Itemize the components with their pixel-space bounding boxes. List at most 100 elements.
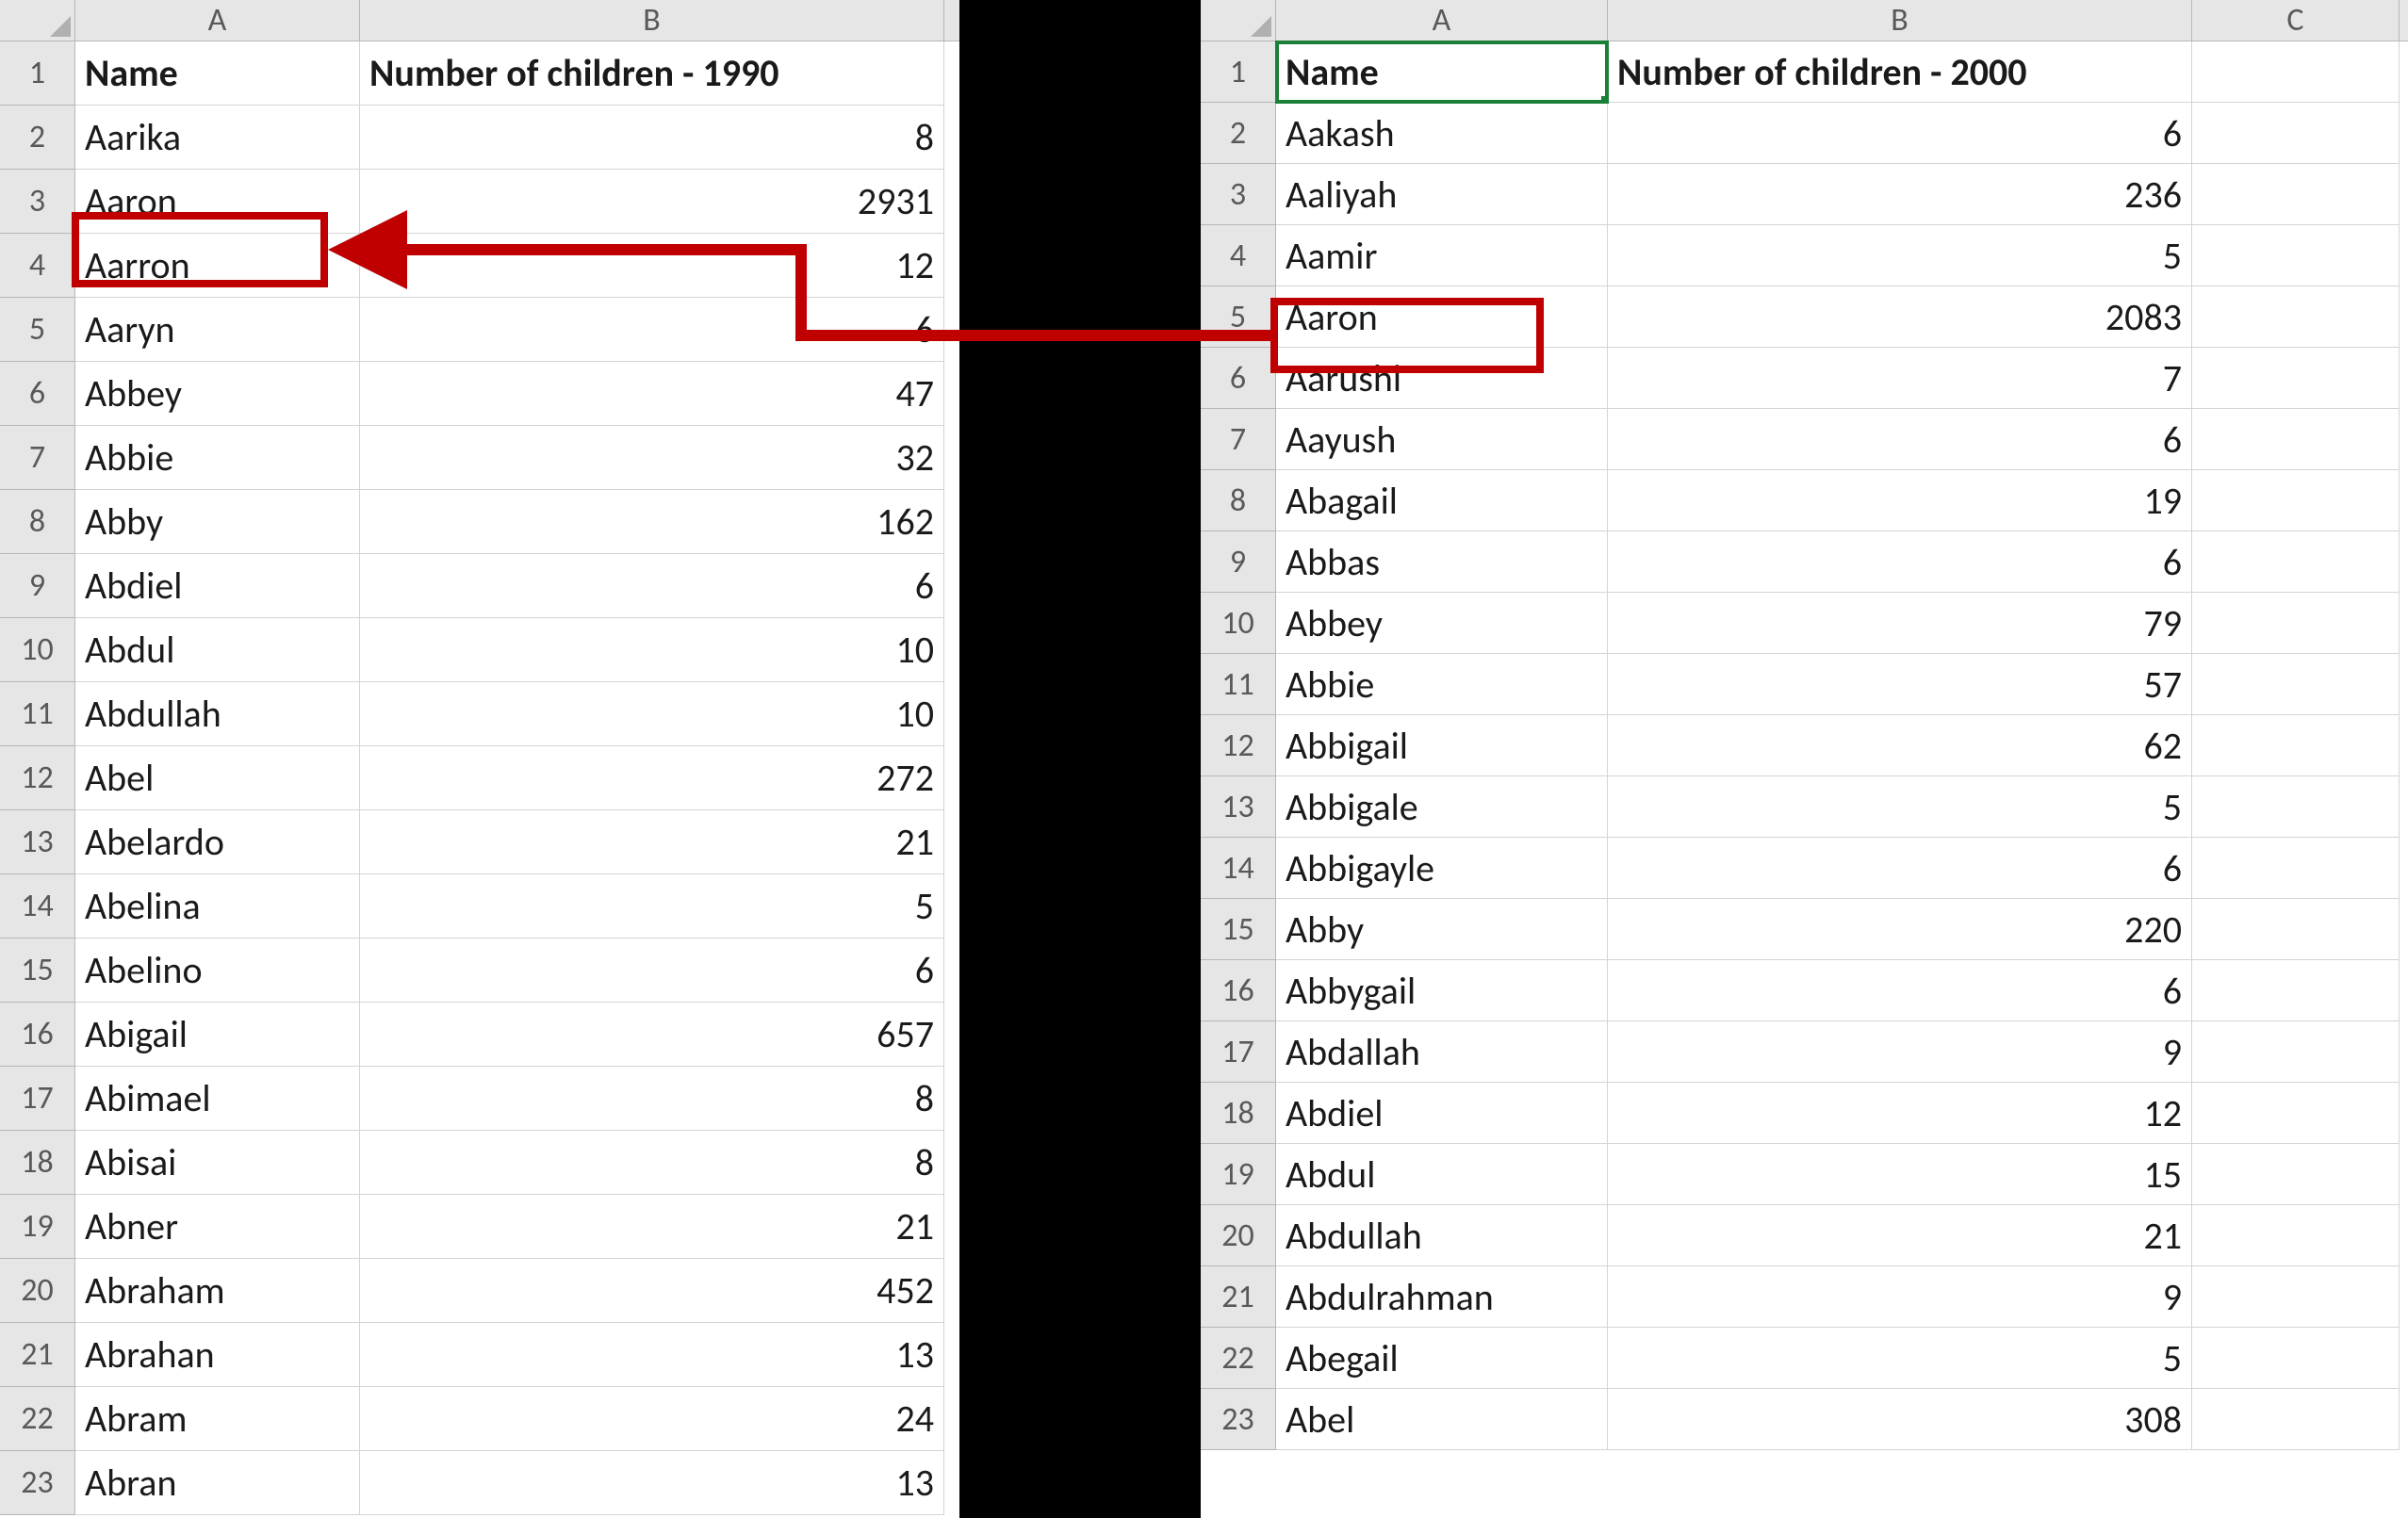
cell-empty[interactable]: [2192, 838, 2400, 899]
cell-name[interactable]: Abelino: [75, 939, 360, 1003]
cell-count[interactable]: 62: [1608, 715, 2192, 776]
row-header[interactable]: 19: [0, 1195, 75, 1259]
cell-count[interactable]: 9: [1608, 1021, 2192, 1083]
cell-count[interactable]: 452: [360, 1259, 944, 1323]
cell-name[interactable]: Abbie: [1276, 654, 1608, 715]
row-header[interactable]: 14: [1201, 838, 1276, 899]
cell-count[interactable]: 13: [360, 1323, 944, 1387]
row-header[interactable]: 13: [1201, 776, 1276, 838]
cell-name[interactable]: Aarushi: [1276, 348, 1608, 409]
cell-name[interactable]: Abdul: [75, 618, 360, 682]
column-header-C[interactable]: C: [2192, 0, 2400, 41]
cell-count[interactable]: 57: [1608, 654, 2192, 715]
cell-empty[interactable]: [2192, 103, 2400, 164]
cell-header-name[interactable]: Name: [1276, 41, 1608, 103]
cell-name[interactable]: Abdiel: [1276, 1083, 1608, 1144]
cell-name[interactable]: Abimael: [75, 1067, 360, 1131]
cell-empty[interactable]: [2192, 1021, 2400, 1083]
cell-header-count[interactable]: Number of children - 1990: [360, 41, 944, 106]
cell-count[interactable]: 162: [360, 490, 944, 554]
cell-name[interactable]: Abbigail: [1276, 715, 1608, 776]
cell-empty[interactable]: [2192, 225, 2400, 286]
cell-name[interactable]: Abner: [75, 1195, 360, 1259]
cell-name[interactable]: Aakash: [1276, 103, 1608, 164]
cell-count[interactable]: 8: [360, 1067, 944, 1131]
cell-count[interactable]: 5: [1608, 1328, 2192, 1389]
cell-empty[interactable]: [2192, 899, 2400, 960]
row-header[interactable]: 2: [0, 106, 75, 170]
row-header[interactable]: 9: [0, 554, 75, 618]
row-header[interactable]: 8: [0, 490, 75, 554]
cell-count[interactable]: 15: [1608, 1144, 2192, 1205]
row-header[interactable]: 21: [1201, 1266, 1276, 1328]
row-header[interactable]: 9: [1201, 531, 1276, 593]
cell-name[interactable]: Abdallah: [1276, 1021, 1608, 1083]
cell-empty[interactable]: [2192, 960, 2400, 1021]
row-header[interactable]: 15: [0, 939, 75, 1003]
cell-name[interactable]: Abbas: [1276, 531, 1608, 593]
row-header[interactable]: 23: [0, 1451, 75, 1515]
row-header[interactable]: 11: [0, 682, 75, 746]
cell-empty[interactable]: [2192, 164, 2400, 225]
row-header[interactable]: 1: [0, 41, 75, 106]
cell-name[interactable]: Abisai: [75, 1131, 360, 1195]
row-header[interactable]: 22: [0, 1387, 75, 1451]
cell-count[interactable]: 10: [360, 682, 944, 746]
cell-name[interactable]: Abagail: [1276, 470, 1608, 531]
row-header[interactable]: 12: [1201, 715, 1276, 776]
cell-count[interactable]: 308: [1608, 1389, 2192, 1450]
cell-name[interactable]: Abelardo: [75, 810, 360, 874]
row-header[interactable]: 12: [0, 746, 75, 810]
cell-name[interactable]: Abraham: [75, 1259, 360, 1323]
cell-name[interactable]: Abdullah: [75, 682, 360, 746]
cell-count[interactable]: 8: [360, 1131, 944, 1195]
cell-empty[interactable]: [2192, 41, 2400, 103]
cell-count[interactable]: 5: [1608, 225, 2192, 286]
cell-name[interactable]: Abbie: [75, 426, 360, 490]
cell-name[interactable]: Abelina: [75, 874, 360, 939]
cell-count[interactable]: 32: [360, 426, 944, 490]
column-header-A[interactable]: A: [1276, 0, 1608, 41]
cell-name[interactable]: Abegail: [1276, 1328, 1608, 1389]
cell-name[interactable]: Abbigayle: [1276, 838, 1608, 899]
cell-name[interactable]: Aaryn: [75, 298, 360, 362]
row-header[interactable]: 5: [0, 298, 75, 362]
cell-empty[interactable]: [2192, 1083, 2400, 1144]
cell-count[interactable]: 6: [1608, 531, 2192, 593]
row-header[interactable]: 4: [0, 234, 75, 298]
row-header[interactable]: 7: [0, 426, 75, 490]
cell-count[interactable]: 21: [360, 810, 944, 874]
cell-count[interactable]: 272: [360, 746, 944, 810]
row-header[interactable]: 18: [0, 1131, 75, 1195]
cell-name[interactable]: Abbey: [1276, 593, 1608, 654]
row-header[interactable]: 21: [0, 1323, 75, 1387]
cell-count[interactable]: 5: [1608, 776, 2192, 838]
cell-empty[interactable]: [2192, 593, 2400, 654]
cell-name[interactable]: Abel: [75, 746, 360, 810]
cell-count[interactable]: 21: [360, 1195, 944, 1259]
cell-name[interactable]: Aarika: [75, 106, 360, 170]
cell-count[interactable]: 2931: [360, 170, 944, 234]
cell-name[interactable]: Abdul: [1276, 1144, 1608, 1205]
row-header[interactable]: 16: [1201, 960, 1276, 1021]
cell-count[interactable]: 10: [360, 618, 944, 682]
cell-name[interactable]: Aaron: [1276, 286, 1608, 348]
cell-name[interactable]: Aayush: [1276, 409, 1608, 470]
cell-count[interactable]: 12: [1608, 1083, 2192, 1144]
cell-name[interactable]: Abran: [75, 1451, 360, 1515]
row-header[interactable]: 19: [1201, 1144, 1276, 1205]
row-header[interactable]: 11: [1201, 654, 1276, 715]
row-header[interactable]: 5: [1201, 286, 1276, 348]
cell-count[interactable]: 6: [360, 939, 944, 1003]
cell-empty[interactable]: [2192, 1266, 2400, 1328]
cell-name[interactable]: Abby: [75, 490, 360, 554]
cell-empty[interactable]: [2192, 470, 2400, 531]
row-header[interactable]: 10: [1201, 593, 1276, 654]
cell-count[interactable]: 220: [1608, 899, 2192, 960]
cell-empty[interactable]: [2192, 1389, 2400, 1450]
row-header[interactable]: 4: [1201, 225, 1276, 286]
row-header[interactable]: 7: [1201, 409, 1276, 470]
row-header[interactable]: 6: [1201, 348, 1276, 409]
cell-count[interactable]: 6: [1608, 960, 2192, 1021]
row-header[interactable]: 1: [1201, 41, 1276, 103]
